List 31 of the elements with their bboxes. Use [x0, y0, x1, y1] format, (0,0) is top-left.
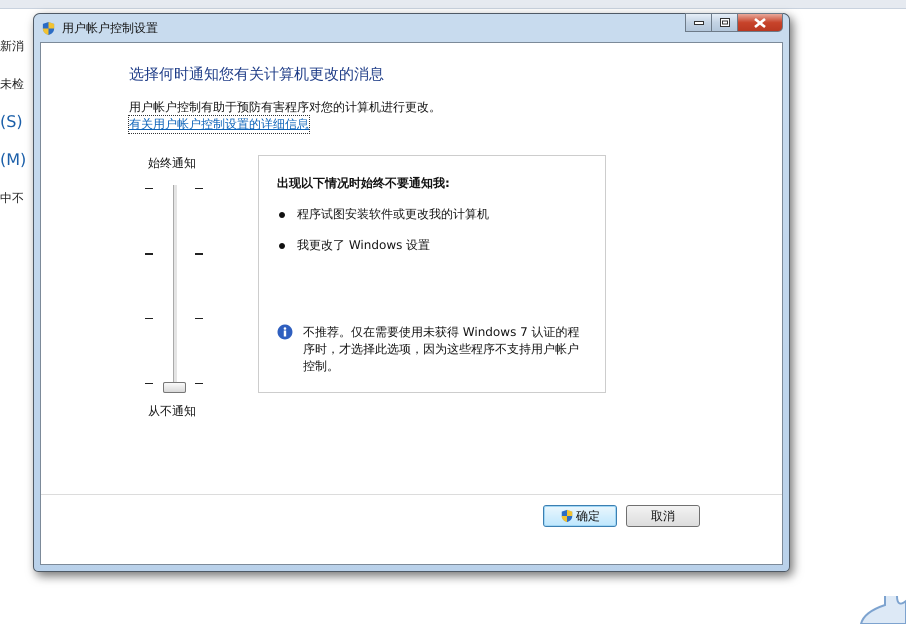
- shield-icon: [560, 509, 574, 523]
- flask-icon: [857, 595, 906, 624]
- notify-slider[interactable]: [145, 185, 205, 391]
- minimize-button[interactable]: [685, 13, 712, 32]
- bullet-icon: [279, 242, 285, 248]
- heading: 选择何时通知您有关计算机更改的消息: [129, 65, 385, 84]
- ok-button[interactable]: 确定: [543, 505, 617, 527]
- description: 用户帐户控制有助于预防有害程序对您的计算机进行更改。: [129, 99, 442, 116]
- background-text: (M): [0, 149, 28, 171]
- details-link[interactable]: 有关用户帐户控制设置的详细信息: [129, 116, 309, 133]
- bullet-text: 程序试图安装软件或更改我的计算机: [297, 206, 489, 223]
- info-icon: [277, 324, 293, 340]
- slider-thumb[interactable]: [163, 382, 186, 393]
- window-title: 用户帐户控制设置: [62, 20, 158, 36]
- close-icon: [754, 18, 766, 28]
- slider-bottom-label: 从不通知: [148, 403, 196, 420]
- background-text: 未检: [0, 76, 25, 93]
- bullet-icon: [279, 212, 285, 218]
- maximize-icon: [720, 18, 730, 27]
- bullet-text: 我更改了 Windows 设置: [297, 237, 430, 254]
- background-text: 新消: [0, 38, 25, 55]
- maximize-button[interactable]: [711, 13, 738, 32]
- info-title: 出现以下情况时始终不要通知我:: [277, 175, 451, 192]
- background-text: (S): [0, 111, 24, 133]
- minimize-icon: [694, 20, 704, 24]
- background-text: 中不: [0, 190, 25, 207]
- shield-icon: [41, 20, 56, 36]
- slider-top-label: 始终通知: [148, 155, 196, 172]
- close-button[interactable]: [737, 13, 783, 32]
- cancel-button[interactable]: 取消: [626, 505, 700, 527]
- note-text: 不推荐。仅在需要使用未获得 Windows 7 认证的程序时，才选择此选项，因为这些程序不支持用户帐户控制。: [302, 324, 581, 375]
